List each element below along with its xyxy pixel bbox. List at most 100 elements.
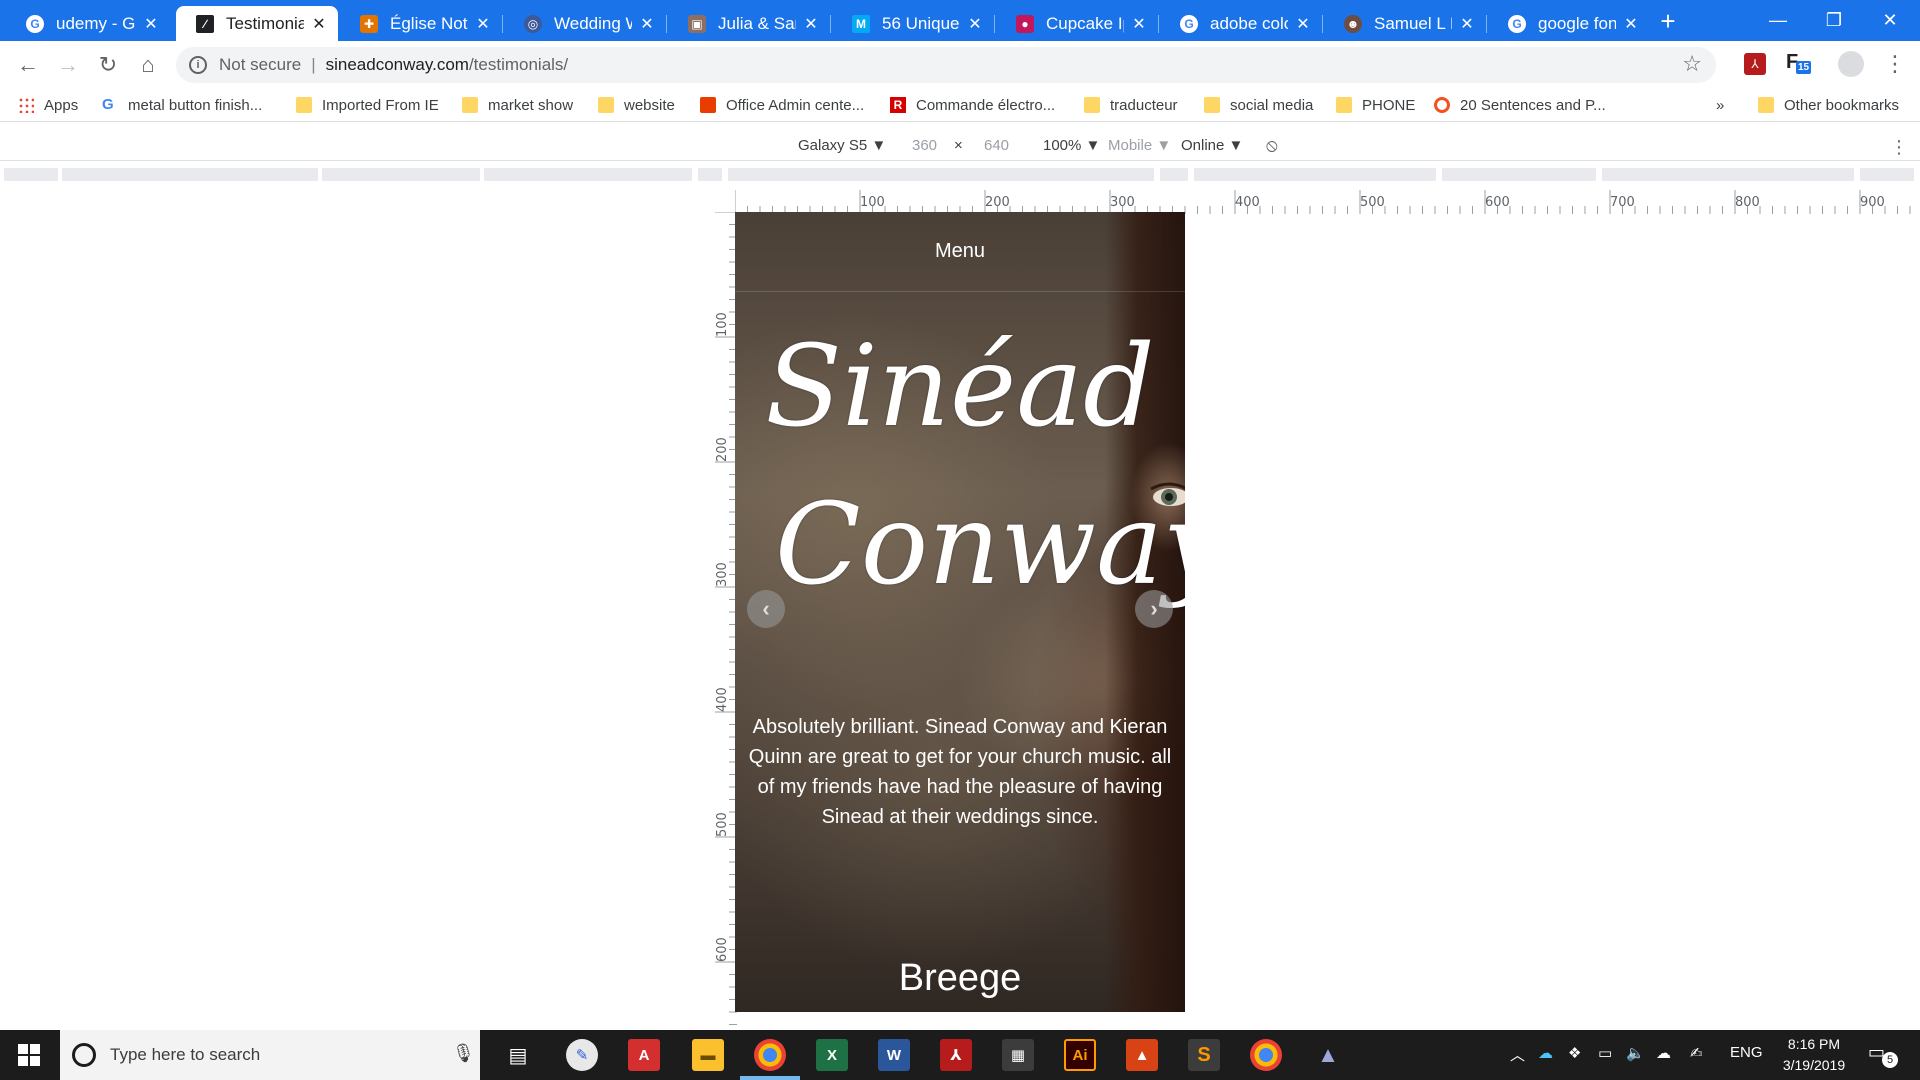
close-icon[interactable]: ✕ [1458,14,1476,34]
app-icon[interactable]: ▲ [1126,1039,1158,1071]
close-icon[interactable]: ✕ [310,14,328,34]
extension-f-icon[interactable]: F 15 [1786,51,1812,75]
forward-icon[interactable]: → [52,49,84,81]
close-window-icon[interactable]: ✕ [1862,0,1918,41]
close-icon[interactable]: ✕ [802,14,820,34]
tab-wedding[interactable]: ◎ Wedding We ✕ [504,6,666,41]
tab-adobe-color[interactable]: G adobe color ✕ [1160,6,1322,41]
home-icon[interactable]: ⌂ [132,49,164,81]
zoom-select[interactable]: 100% ▼ [1043,137,1100,154]
bookmark-market-show[interactable]: market show [462,95,573,115]
bookmark-office-admin[interactable]: Office Admin cente... [700,95,864,115]
taskbar-clock[interactable]: 8:16 PM 3/19/2019 [1774,1034,1854,1076]
acrobat-extension-icon[interactable]: ⅄ [1744,53,1766,75]
bookmark-label: traducteur [1110,96,1178,114]
reload-icon[interactable]: ↻ [92,49,124,81]
minimize-icon[interactable]: — [1750,0,1806,41]
device-select[interactable]: Galaxy S5 ▼ [798,137,886,154]
new-tab-icon[interactable]: + [1656,6,1680,36]
word-icon[interactable]: W [878,1039,910,1071]
tab-udemy[interactable]: G udemy - Goo ✕ [6,6,170,41]
height-input[interactable]: 640 [984,137,1009,154]
restore-icon[interactable]: ❐ [1806,0,1862,41]
media-query-segment[interactable] [728,168,1156,181]
close-icon[interactable]: ✕ [966,14,984,34]
rotate-icon[interactable]: ⦸ [1266,135,1278,156]
device-toolbar-menu-icon[interactable]: ⋮ [1890,137,1908,158]
width-input[interactable]: 360 [912,137,937,154]
bookmark-traducteur[interactable]: traducteur [1084,95,1178,115]
mode-select[interactable]: Mobile ▼ [1108,137,1171,154]
profile-avatar[interactable] [1838,51,1864,77]
volume-icon[interactable]: 🔈 [1626,1044,1645,1062]
close-icon[interactable]: ✕ [1130,14,1148,34]
close-icon[interactable]: ✕ [142,14,160,34]
close-icon[interactable]: ✕ [638,14,656,34]
tab-eglise[interactable]: ✚ Église Notre ✕ [340,6,502,41]
media-query-segment[interactable] [62,168,320,181]
task-view-icon[interactable]: ▤ [502,1039,534,1071]
bookmark-commande[interactable]: R Commande électro... [890,95,1055,115]
sublime-text-icon[interactable]: S [1188,1039,1220,1071]
language-indicator[interactable]: ENG [1730,1044,1763,1061]
close-icon[interactable]: ✕ [1294,14,1312,34]
acrobat-reader-icon[interactable]: ⅄ [940,1039,972,1071]
tab-56-unique[interactable]: M 56 Unique Lo ✕ [832,6,994,41]
bookmark-apps[interactable]: Apps [18,95,78,115]
bookmark-metal-button[interactable]: G metal button finish... [102,95,262,115]
calculator-icon[interactable]: ▦ [1002,1039,1034,1071]
dropbox-icon[interactable]: ❖ [1568,1044,1581,1062]
pen-icon[interactable]: ✍ [1690,1044,1703,1062]
ruler-left-label: 200 [715,437,730,462]
tray-overflow-icon[interactable]: ︿ [1510,1044,1525,1065]
media-query-segment[interactable] [4,168,60,181]
media-query-segment[interactable] [698,168,724,181]
tab-samuel[interactable]: ☻ Samuel L Ips ✕ [1324,6,1486,41]
chrome-icon[interactable] [754,1039,786,1071]
bookmark-other-bookmarks[interactable]: Other bookmarks [1758,95,1899,115]
carousel-next-button[interactable]: › [1135,590,1173,628]
close-icon[interactable]: ✕ [1622,14,1640,34]
browser-menu-icon[interactable]: ⋮ [1884,51,1906,77]
tab-testimonials[interactable]: ∕ Testimonials ✕ [176,6,338,41]
media-query-segment[interactable] [322,168,482,181]
cloud-upload-icon[interactable]: ☁ [1656,1044,1671,1062]
tab-google-fonts[interactable]: G google font ✕ [1488,6,1650,41]
media-query-segment[interactable] [1160,168,1190,181]
microphone-icon[interactable]: 🎙 [452,1043,475,1064]
carousel-prev-button[interactable]: ‹ [747,590,785,628]
tab-cupcake[interactable]: ● Cupcake Ips ✕ [996,6,1158,41]
onedrive-icon[interactable]: ☁ [1538,1044,1553,1062]
site-menu-button[interactable]: Menu [735,212,1185,292]
apps-grid-icon [18,97,34,113]
close-icon[interactable]: ✕ [474,14,492,34]
bookmark-star-icon[interactable]: ☆ [1682,51,1702,77]
windows-start-icon[interactable] [18,1044,40,1066]
media-query-segment[interactable] [1602,168,1856,181]
chrome-secondary-icon[interactable] [1250,1039,1282,1071]
acrobat-icon[interactable]: A [628,1039,660,1071]
illustrator-icon[interactable]: Ai [1064,1039,1096,1071]
paint-icon[interactable]: ✎ [566,1039,598,1071]
tab-julia-sam[interactable]: ▣ Julia & Sam ✕ [668,6,830,41]
network-select[interactable]: Online ▼ [1181,137,1243,154]
media-query-segment[interactable] [1194,168,1438,181]
taskbar-search-box[interactable]: Type here to search 🎙 [60,1030,480,1080]
media-query-segment[interactable] [484,168,694,181]
address-bar[interactable]: i Not secure | sineadconway.com/testimon… [176,47,1716,83]
bookmarks-overflow-button[interactable]: » [1716,95,1724,115]
info-icon[interactable]: i [189,56,207,74]
bookmark-20-sentences[interactable]: 20 Sentences and P... [1434,95,1606,115]
battery-icon[interactable]: ▭ [1598,1044,1612,1062]
bookmark-imported-from-ie[interactable]: Imported From IE [296,95,439,115]
back-icon[interactable]: ← [12,49,44,81]
affinity-icon[interactable]: ▲ [1312,1039,1344,1071]
action-center-icon[interactable]: ▭ 5 [1868,1042,1898,1068]
bookmark-social-media[interactable]: social media [1204,95,1313,115]
file-explorer-icon[interactable]: ▬ [692,1039,724,1071]
media-query-segment[interactable] [1860,168,1916,181]
bookmark-phone[interactable]: PHONE [1336,95,1415,115]
media-query-segment[interactable] [1442,168,1598,181]
excel-icon[interactable]: X [816,1039,848,1071]
bookmark-website[interactable]: website [598,95,675,115]
